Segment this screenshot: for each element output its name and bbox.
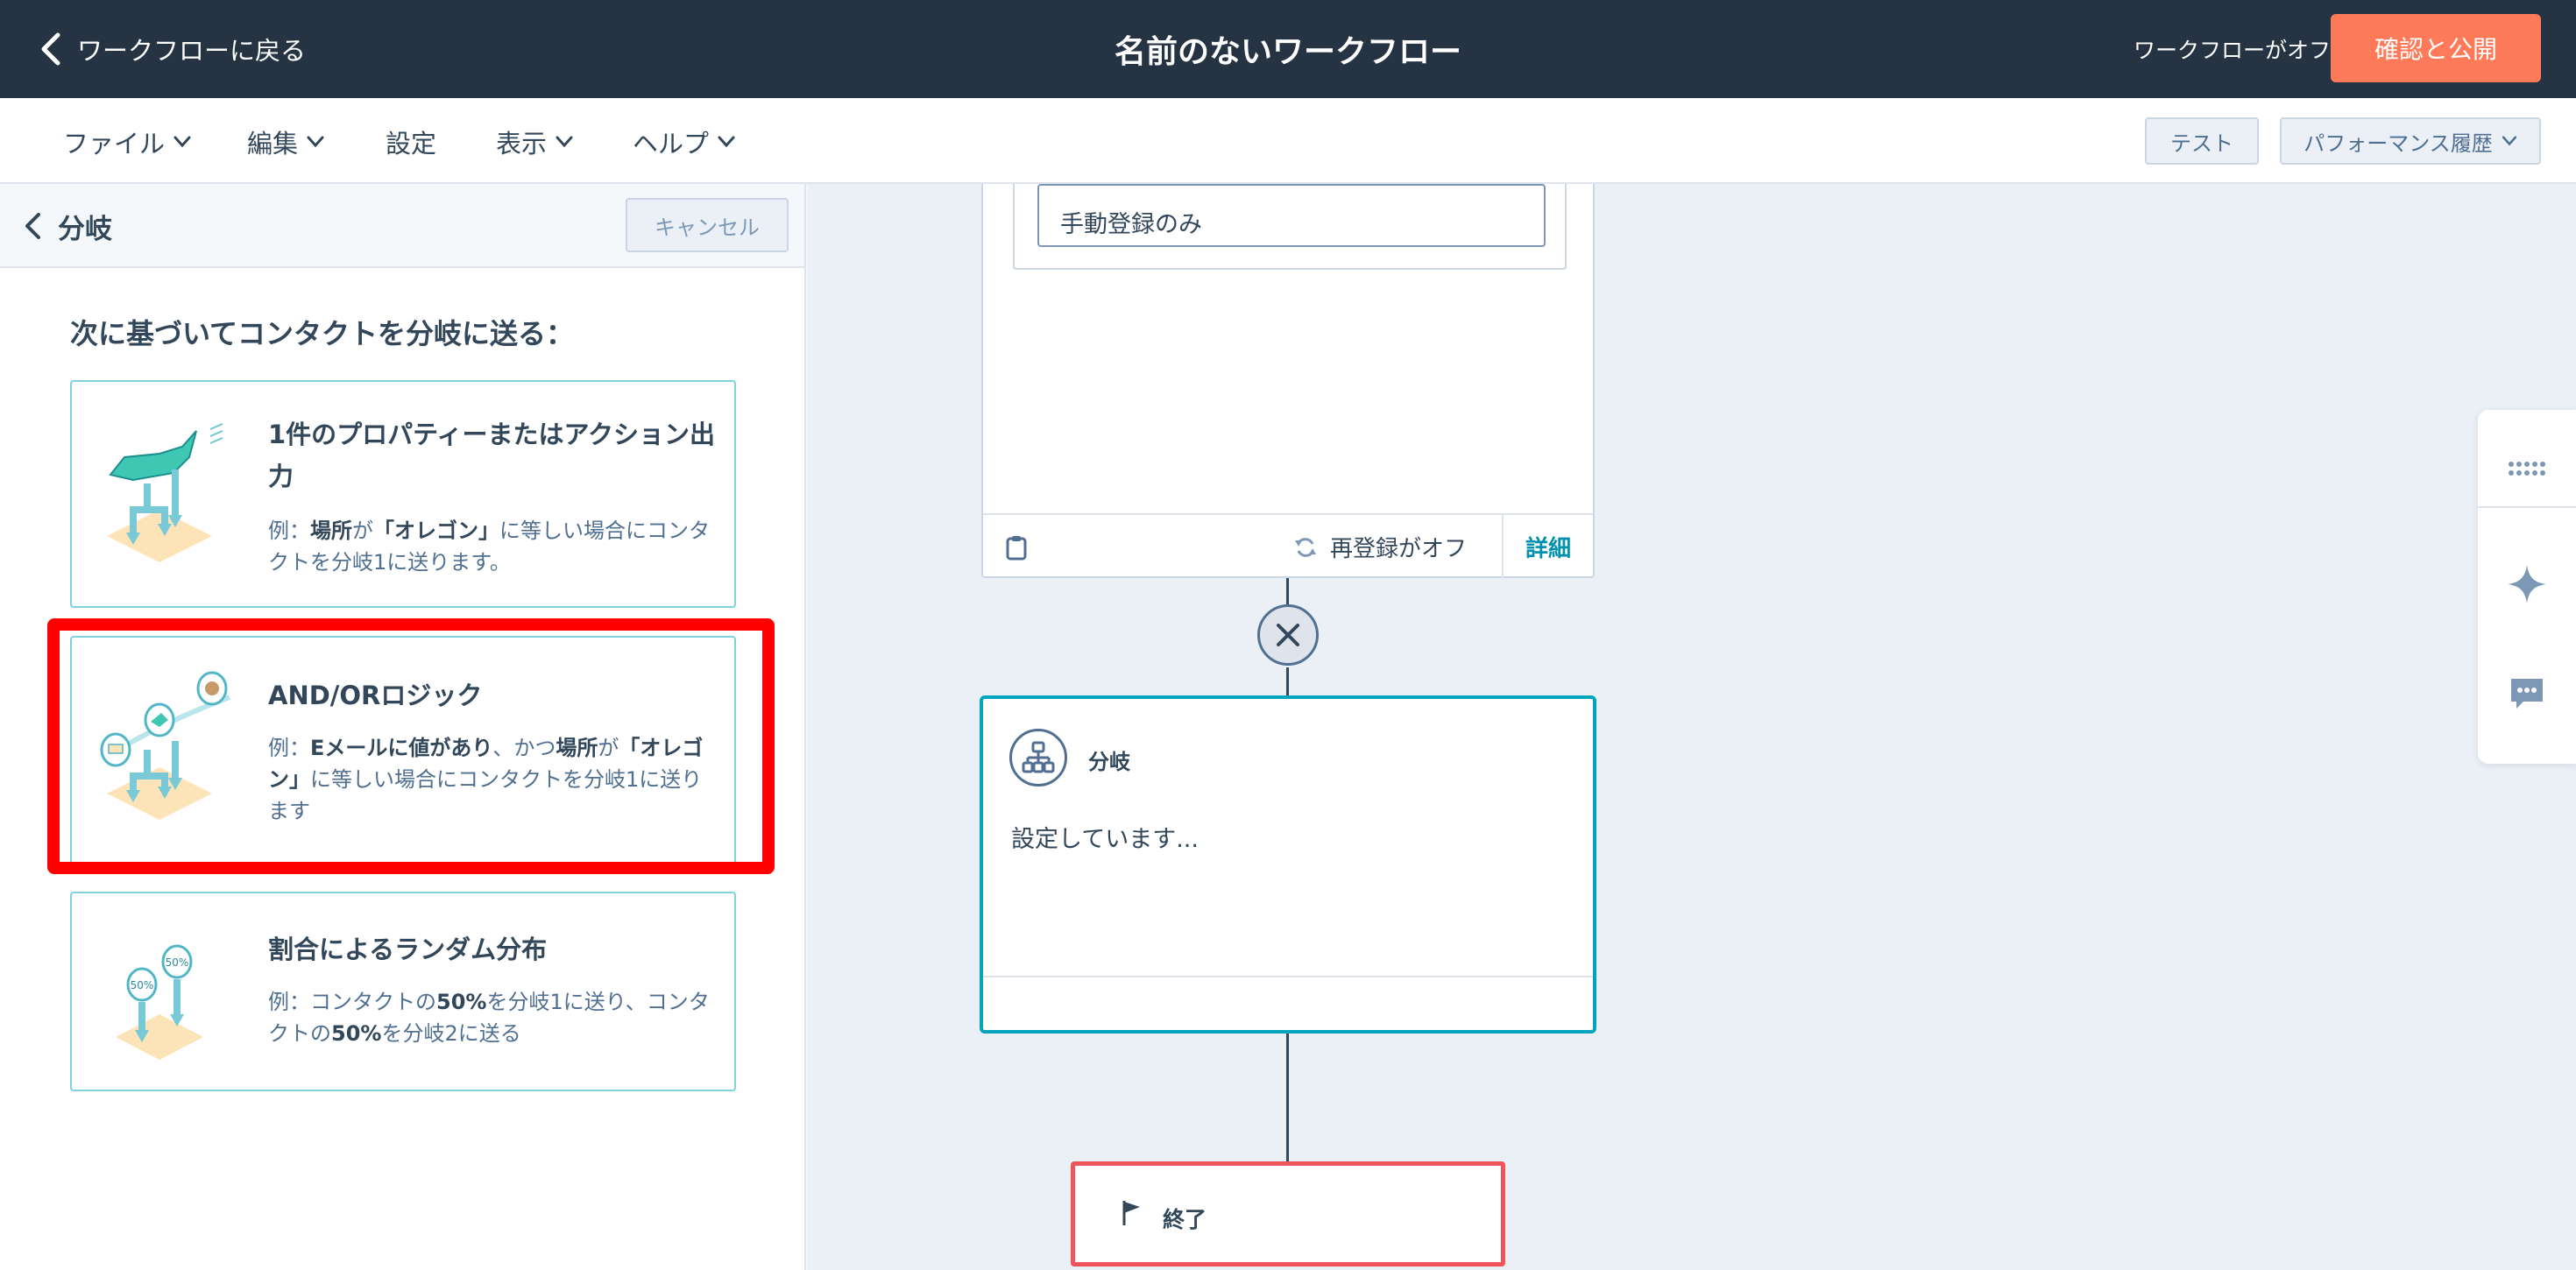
desc-bold: 50% [436, 990, 487, 1014]
menu-view-label: 表示 [496, 129, 548, 159]
menu-bar: ファイル 編集 設定 表示 ヘルプ テスト パフォーマンス履歴 [0, 98, 2576, 184]
option-title: AND/ORロジック [268, 681, 483, 710]
clipboard-icon[interactable] [1006, 534, 1027, 561]
and-or-logic-illustration [100, 671, 231, 820]
menu-view[interactable]: 表示 [496, 123, 573, 161]
menu-edit-label: 編集 [247, 129, 299, 159]
panel-subtitle: 次に基づいてコンタクトを分岐に送る： [70, 317, 575, 350]
option-description: 例：Eメールに値があり、かつ場所が「オレゴン」に等しい場合にコンタクトを分岐1に… [268, 732, 715, 827]
desc-bold: 50% [331, 1021, 382, 1046]
panel-title: 分岐 [58, 213, 112, 245]
chevron-down-icon [556, 136, 573, 148]
chevron-down-icon [718, 136, 735, 148]
desc-bold: 場所 [310, 519, 352, 543]
workflow-canvas[interactable]: 手動登録のみ 再登録がオフ 詳細 分岐 設定しています... 終了 [808, 184, 2576, 1270]
comments-button[interactable] [2478, 634, 2576, 751]
branch-card-status: 設定しています... [1011, 826, 1199, 853]
menu-edit[interactable]: 編集 [247, 123, 324, 161]
flag-icon [1122, 1201, 1140, 1225]
desc-bold: 「オレゴン」 [373, 519, 499, 543]
grid-dots-icon [2509, 462, 2545, 476]
cancel-button[interactable]: キャンセル [626, 198, 789, 252]
desc-text: を分岐2に送る [381, 1021, 521, 1046]
enrollment-criteria-box: 手動登録のみ [1013, 184, 1567, 270]
trigger-card-footer: 再登録がオフ 詳細 [983, 513, 1593, 578]
test-button[interactable]: テスト [2145, 117, 2259, 165]
branch-icon [1009, 729, 1067, 787]
option-title: 1件のプロパティーまたはアクション出力 [268, 420, 715, 491]
branch-diagram-icon [1022, 741, 1055, 773]
side-tools-panel [2478, 410, 2576, 764]
menu-help-label: ヘルプ [633, 129, 710, 159]
chevron-down-icon [173, 136, 191, 148]
option-card-single-property[interactable]: 1件のプロパティーまたはアクション出力 例：場所が「オレゴン」に等しい場合にコン… [70, 380, 736, 608]
menu-file[interactable]: ファイル [63, 123, 191, 161]
ai-assistant-button[interactable] [2478, 526, 2576, 643]
refresh-icon [1295, 537, 1316, 557]
delete-action-button[interactable] [1257, 604, 1319, 666]
connector-line [1286, 578, 1289, 606]
svg-text:50%: 50% [166, 956, 189, 969]
reenrollment-label: 再登録がオフ [1330, 536, 1468, 562]
reenrollment-status[interactable]: 再登録がオフ [1293, 531, 1467, 563]
option-title: 割合によるランダム分布 [268, 935, 548, 964]
performance-history-label: パフォーマンス履歴 [2304, 131, 2493, 156]
chevron-down-icon [307, 136, 324, 148]
panel-back-button[interactable]: 分岐 [23, 205, 112, 247]
branch-card-title: 分岐 [1088, 750, 1130, 774]
desc-bold: 場所 [556, 736, 598, 760]
desc-text: が [352, 519, 373, 543]
desc-text: 例： [268, 519, 310, 543]
divider [2478, 506, 2576, 508]
desc-text: が [598, 736, 619, 760]
connector-line [1286, 667, 1289, 697]
menu-file-label: ファイル [63, 129, 166, 159]
menu-settings[interactable]: 設定 [386, 123, 436, 161]
chevron-down-icon [2502, 136, 2516, 146]
apps-grid-button[interactable] [2478, 410, 2576, 527]
workflow-status: ワークフローがオフ [2133, 38, 2331, 63]
option-description: 例：コンタクトの50%を分岐1に送り、コンタクトの50%を分岐2に送る [268, 986, 715, 1049]
option-description: 例：場所が「オレゴン」に等しい場合にコンタクトを分岐1に送ります。 [268, 515, 715, 578]
percentage-split-illustration: 50% 50% [116, 944, 203, 1060]
review-publish-button[interactable]: 確認と公開 [2331, 14, 2541, 82]
performance-history-button[interactable]: パフォーマンス履歴 [2280, 117, 2541, 165]
menu-help[interactable]: ヘルプ [633, 123, 735, 161]
desc-text: に等しい場合にコンタクトを分岐1に送ります [268, 767, 703, 823]
enrollment-trigger-card[interactable]: 手動登録のみ 再登録がオフ 詳細 [981, 184, 1595, 578]
enrollment-value[interactable]: 手動登録のみ [1037, 184, 1546, 247]
end-action-card[interactable]: 終了 [1071, 1161, 1505, 1266]
details-link[interactable]: 詳細 [1502, 515, 1593, 578]
chat-bubble-icon [2511, 679, 2543, 709]
branch-action-card[interactable]: 分岐 設定しています... [980, 695, 1596, 1034]
end-label: 終了 [1163, 1207, 1207, 1232]
branch-panel: 分岐 キャンセル 次に基づいてコンタクトを分岐に送る： 1件のプロパティーまたは… [0, 184, 806, 1270]
close-icon [1277, 624, 1299, 646]
top-bar: ワークフローに戻る 名前のないワークフロー ワークフローがオフ 確認と公開 [0, 0, 2576, 98]
option-card-random-split[interactable]: 50% 50% 割合によるランダム分布 例：コンタクトの50%を分岐1に送り、コ… [70, 892, 736, 1091]
us-map-branch-illustration [107, 423, 223, 562]
chevron-left-icon [25, 213, 40, 239]
desc-text: 、かつ [492, 736, 556, 760]
sparkle-icon [2508, 565, 2546, 603]
connector-line [1286, 1034, 1289, 1161]
svg-text:50%: 50% [131, 979, 154, 991]
desc-text: 例： [268, 736, 310, 760]
branch-card-divider [983, 976, 1593, 977]
desc-bold: Eメールに値があり [310, 736, 493, 760]
option-card-and-or-logic[interactable]: AND/ORロジック 例：Eメールに値があり、かつ場所が「オレゴン」に等しい場合… [70, 636, 736, 865]
panel-header: 分岐 キャンセル [0, 184, 804, 268]
menu-settings-label: 設定 [386, 129, 437, 159]
desc-text: 例：コンタクトの [268, 990, 436, 1014]
